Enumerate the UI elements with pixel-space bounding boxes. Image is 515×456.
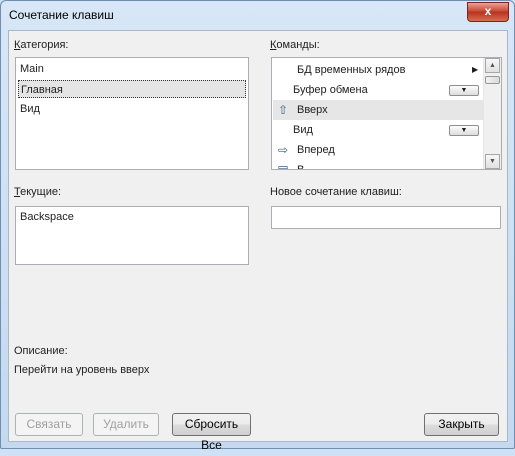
command-item-timeseries-db[interactable]: БД временных рядов ▶ [273,60,483,80]
close-button[interactable]: Закрыть [424,413,499,436]
scroll-down-button[interactable]: ▼ [485,154,500,169]
dialog-window: Сочетание клавиш x Категория: Main Главн… [0,0,515,452]
submenu-arrow-icon: ▶ [472,65,479,74]
category-item-home[interactable]: Главная [18,80,246,98]
clipboard-dropdown-button[interactable]: ▼ [449,85,479,96]
current-shortcut-item[interactable]: Backspace [20,208,74,226]
dialog-body: Категория: Main Главная Вид Команды: БД … [8,30,508,452]
scroll-up-button[interactable]: ▲ [485,58,500,73]
category-item-main[interactable]: Main [20,60,44,78]
view-dropdown-button[interactable]: ▼ [449,125,479,136]
new-shortcut-input[interactable] [271,206,501,229]
command-item-print[interactable]: ▤ В... [273,160,483,170]
description-text: Перейти на уровень вверх [14,364,150,376]
category-label: Категория: [14,39,69,51]
category-list[interactable]: Main Главная Вид [15,57,249,170]
current-shortcuts-list[interactable]: Backspace [15,206,249,265]
close-icon: x [484,4,492,18]
assign-button[interactable]: Связать [15,413,83,436]
commands-list[interactable]: БД временных рядов ▶ Буфер обмена ▼ ⇧ Вв… [271,57,502,170]
command-item-forward[interactable]: ⇨ Вперед [273,140,483,160]
arrow-right-icon: ⇨ [277,143,289,157]
print-icon: ▤ [277,163,289,170]
dialog-title: Сочетание клавиш [9,8,114,22]
commands-scrollbar[interactable]: ▲ ▼ [483,58,501,169]
close-window-button[interactable]: x [467,2,509,22]
command-item-view[interactable]: Вид ▼ [273,120,483,140]
command-item-clipboard[interactable]: Буфер обмена ▼ [273,80,483,100]
remove-button[interactable]: Удалить [93,413,159,436]
category-item-view[interactable]: Вид [20,100,40,118]
description-label: Описание: [14,345,68,357]
commands-label: Команды: [270,39,320,51]
scroll-thumb[interactable] [485,76,500,84]
current-label: Текущие: [14,186,62,198]
new-shortcut-label: Новое сочетание клавиш: [270,186,402,198]
command-item-up[interactable]: ⇧ Вверх [273,100,483,120]
arrow-up-icon: ⇧ [277,103,289,117]
reset-all-button[interactable]: Сбросить Все [172,413,251,452]
